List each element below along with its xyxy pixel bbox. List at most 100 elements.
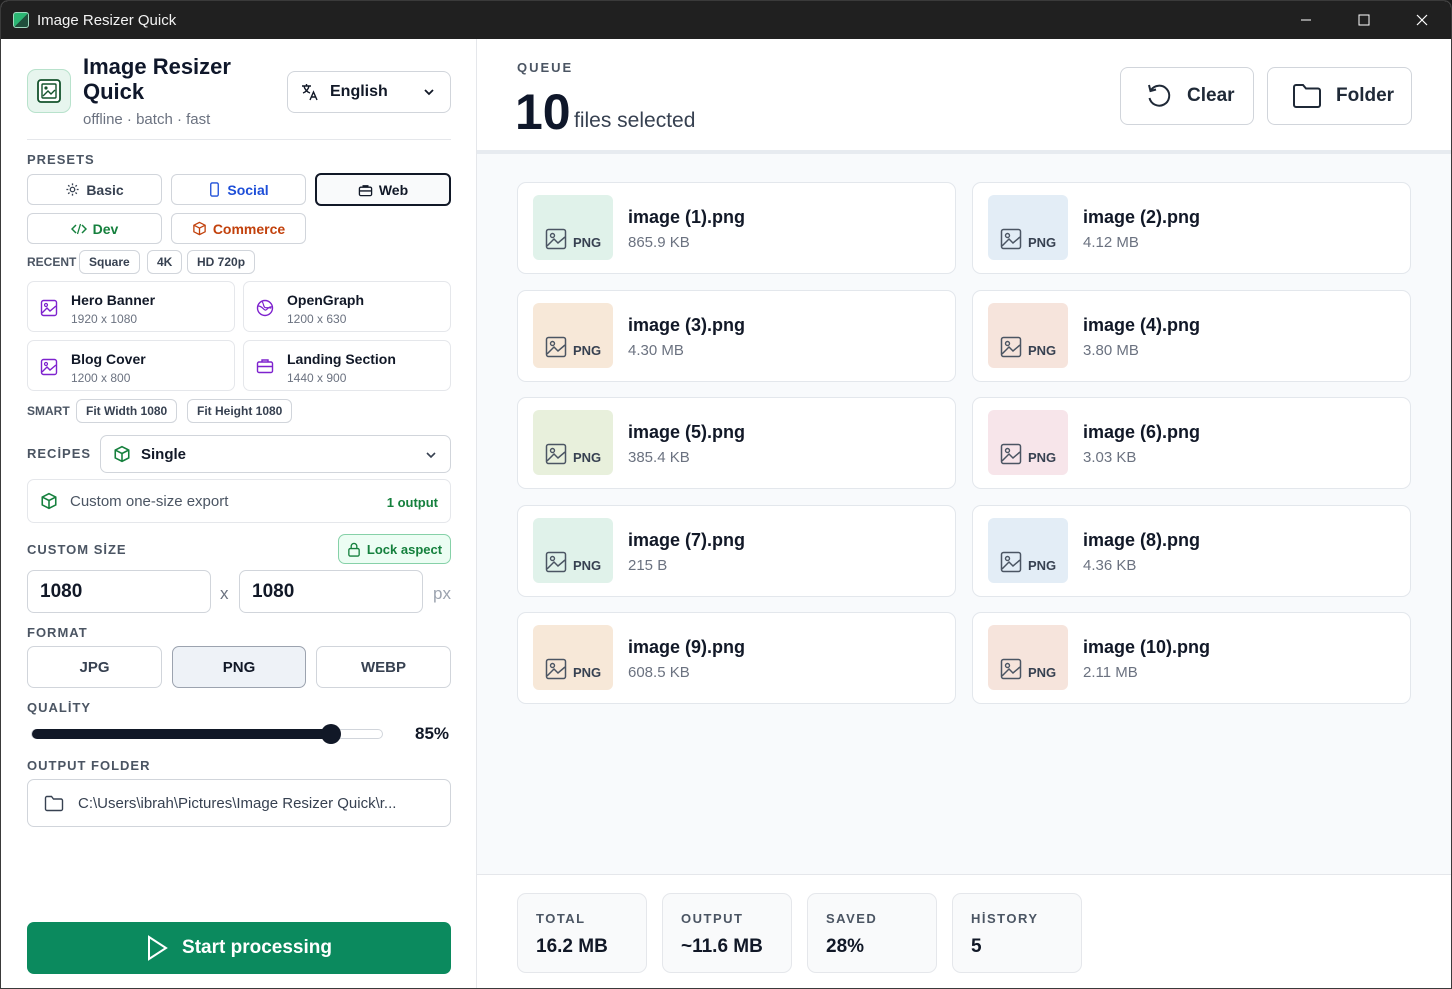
file-thumbnail: PNG (533, 302, 613, 368)
minimize-button[interactable] (1277, 1, 1335, 39)
format-label: FORMAT (27, 625, 88, 640)
file-name: image (2).png (1083, 207, 1201, 227)
format-webp-button[interactable]: WEBP (316, 646, 451, 688)
size-separator: x (220, 584, 229, 603)
file-card[interactable]: PNG image (8).png 4.36 KB (972, 504, 1411, 597)
file-name: image (1).png (628, 207, 746, 227)
queue-header: QUEUE 10 files selected Clear Folder (477, 39, 1451, 154)
app-window: Image Resizer Quick Image Resizer Quick … (0, 0, 1452, 989)
preset-card-name: Landing Section (287, 351, 396, 367)
preset-card-hero-banner[interactable]: Hero Banner 1920 x 1080 (27, 281, 235, 332)
briefcase-icon (358, 184, 373, 196)
stat-total: TOTAL 16.2 MB (517, 893, 647, 973)
file-extension: PNG (573, 557, 602, 573)
language-select[interactable]: English (287, 71, 451, 113)
preset-dev-button[interactable]: Dev (27, 213, 162, 244)
stat-saved: SAVED 28% (807, 893, 937, 973)
preset-web-button[interactable]: Web (315, 173, 451, 206)
preset-card-landing-section[interactable]: Landing Section 1440 x 900 (243, 340, 451, 391)
window-title: Image Resizer Quick (37, 12, 177, 29)
file-extension: PNG (1028, 342, 1057, 358)
file-card[interactable]: PNG image (1).png 865.9 KB (517, 182, 956, 274)
preset-commerce-button[interactable]: Commerce (171, 213, 306, 244)
box-icon (41, 492, 57, 510)
output-folder-field[interactable]: C:\Users\ibrah\Pictures\Image Resizer Qu… (27, 779, 451, 827)
format-png-button[interactable]: PNG (172, 646, 306, 688)
file-thumbnail: PNG (988, 517, 1068, 583)
preset-card-name: Hero Banner (71, 292, 156, 308)
preset-label: Basic (86, 181, 124, 198)
file-card[interactable]: PNG image (6).png 3.03 KB (972, 397, 1411, 489)
recent-item-square[interactable]: Square (79, 250, 140, 274)
file-extension: PNG (573, 235, 602, 250)
quality-slider-fill (32, 729, 332, 739)
presets-label: PRESETS (27, 152, 95, 167)
preset-card-name: Blog Cover (71, 351, 146, 367)
recipes-label: RECİPES (27, 446, 92, 461)
globe-icon (256, 299, 274, 317)
recent-label: RECENT (27, 255, 77, 269)
preset-card-opengraph[interactable]: OpenGraph 1200 x 630 (243, 281, 451, 332)
folder-button[interactable]: Folder (1267, 67, 1412, 125)
format-jpg-button[interactable]: JPG (27, 646, 162, 688)
height-input[interactable]: 1080 (239, 570, 423, 613)
preset-basic-button[interactable]: Basic (27, 174, 162, 205)
file-size: 3.03 KB (1083, 449, 1137, 466)
file-card[interactable]: PNG image (3).png 4.30 MB (517, 289, 956, 382)
file-card[interactable]: PNG image (5).png 385.4 KB (517, 397, 956, 489)
recent-item-4k[interactable]: 4K (147, 250, 183, 274)
image-icon (40, 299, 58, 317)
preset-label: Commerce (212, 220, 286, 237)
box-icon (193, 221, 206, 236)
size-unit: px (433, 584, 451, 603)
recent-item-hd720p[interactable]: HD 720p (187, 250, 256, 274)
preset-card-size: 1200 x 800 (71, 371, 131, 385)
gear-icon (66, 183, 79, 196)
file-card[interactable]: PNG image (9).png 608.5 KB (517, 612, 956, 704)
width-input[interactable]: 1080 (27, 570, 211, 613)
image-icon (1000, 336, 1022, 363)
quality-value: 85% (415, 724, 450, 743)
title-bar: Image Resizer Quick (1, 1, 1451, 39)
file-thumbnail: PNG (988, 195, 1068, 260)
image-icon (545, 336, 567, 363)
maximize-button[interactable] (1335, 1, 1393, 39)
image-icon (1000, 443, 1022, 470)
box-icon (114, 445, 130, 463)
recipe-select[interactable]: Single (100, 435, 451, 473)
file-size: 215 B (628, 556, 668, 574)
lock-aspect-toggle[interactable]: Lock aspect (338, 534, 451, 564)
file-name: image (6).png (1083, 422, 1201, 442)
file-card[interactable]: PNG image (10).png 2.11 MB (972, 612, 1411, 704)
recipe-output-count: 1 output (386, 495, 438, 510)
clear-button[interactable]: Clear (1120, 67, 1254, 125)
smart-fit-width-button[interactable]: Fit Width 1080 (76, 399, 178, 423)
code-icon (70, 223, 87, 234)
app-logo (27, 69, 71, 113)
reset-icon (1148, 84, 1171, 107)
quality-slider[interactable] (31, 724, 383, 744)
file-size: 385.4 KB (628, 449, 690, 466)
quality-slider-handle[interactable] (321, 724, 342, 744)
start-processing-button[interactable]: Start processing (27, 922, 451, 974)
recipe-selected-label: Single (141, 445, 187, 463)
file-card[interactable]: PNG image (4).png 3.80 MB (972, 289, 1411, 382)
image-icon (40, 358, 58, 376)
stat-history: HİSTORY 5 (952, 893, 1082, 973)
quality-label: QUALİTY (27, 700, 92, 715)
image-icon (1000, 658, 1022, 685)
preset-social-button[interactable]: Social (171, 174, 306, 205)
preset-card-blog-cover[interactable]: Blog Cover 1200 x 800 (27, 340, 235, 391)
app-icon (13, 12, 29, 28)
file-card[interactable]: PNG image (2).png 4.12 MB (972, 182, 1411, 274)
close-button[interactable] (1393, 1, 1451, 39)
translate-icon (302, 84, 318, 101)
smart-fit-height-button[interactable]: Fit Height 1080 (187, 399, 293, 423)
file-extension: PNG (1028, 557, 1057, 573)
sidebar: Image Resizer Quick offline · batch · fa… (1, 39, 477, 988)
file-card[interactable]: PNG image (7).png 215 B (517, 504, 956, 597)
folder-icon (44, 795, 64, 811)
file-thumbnail: PNG (533, 517, 613, 583)
image-icon (1000, 228, 1022, 255)
preset-label: Dev (92, 220, 119, 237)
